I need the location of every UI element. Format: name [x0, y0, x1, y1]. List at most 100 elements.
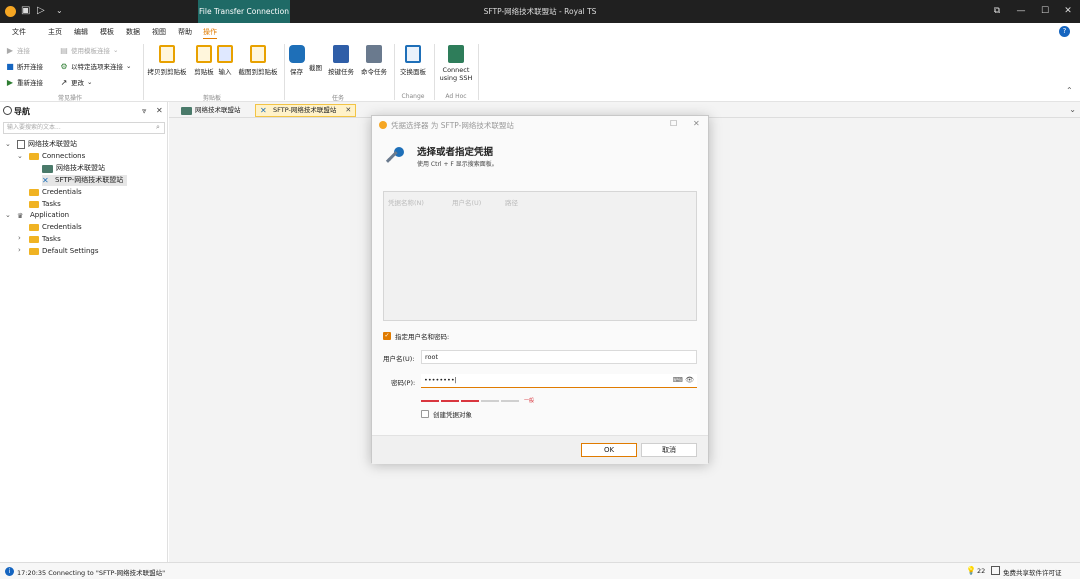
- group-label-clipboard: 剪贴板: [202, 95, 221, 102]
- strength-segment: [461, 399, 479, 402]
- app-logo-icon[interactable]: [5, 6, 16, 17]
- tree-item-app-tasks[interactable]: Tasks: [29, 234, 61, 245]
- status-message: 17:20:35 Connecting to "SFTP-网络技术联盟站": [17, 569, 166, 577]
- quick-access-dropdown-icon[interactable]: ⌄: [56, 5, 63, 17]
- ribbon-separator: [478, 44, 479, 100]
- chevron-down-icon[interactable]: ⌄: [5, 211, 11, 219]
- nav-filter-icon[interactable]: ⩔: [142, 106, 147, 116]
- specify-credentials-checkbox[interactable]: ✓ 指定用户名和密码:: [383, 331, 449, 341]
- keyboard-icon: [333, 45, 349, 63]
- menu-actions[interactable]: 操作: [203, 27, 217, 39]
- credential-picker-dialog: 凭据选择器 为 SFTP-网络技术联盟站 ☐ ✕ 选择或者指定凭据 使用 Ctr…: [371, 115, 709, 464]
- tree-item-application[interactable]: ♛ Application: [17, 210, 69, 221]
- command-icon: [366, 45, 382, 63]
- status-bar: i 17:20:35 Connecting to "SFTP-网络技术联盟站" …: [0, 562, 1080, 579]
- screenshot-to-clipboard-button[interactable]: 截图到剪贴板: [236, 45, 280, 76]
- close-tab-icon[interactable]: ✕: [345, 104, 351, 117]
- compass-icon: [3, 106, 12, 115]
- column-header-username[interactable]: 用户名(U): [452, 197, 481, 207]
- tree-item-connections[interactable]: Connections: [29, 151, 85, 162]
- column-header-path[interactable]: 路径: [505, 197, 518, 207]
- license-status[interactable]: 免费共享软件许可证: [1003, 567, 1062, 577]
- connect-with-options-button[interactable]: ⚙ 以特定选项来连接 ⌄: [60, 61, 131, 72]
- change-button[interactable]: ↗ 更改 ⌄: [60, 77, 93, 88]
- clipboard-button[interactable]: 剪贴板: [192, 45, 216, 76]
- column-header-credential-name[interactable]: 凭据名称(N): [388, 197, 424, 207]
- folder-icon: [29, 236, 39, 243]
- tree-item-tasks[interactable]: Tasks: [29, 199, 61, 210]
- connect-using-ssh-button[interactable]: Connect using SSH: [437, 45, 475, 82]
- menu-edit[interactable]: 编辑: [74, 27, 88, 37]
- save-task-button[interactable]: 保存: [288, 45, 305, 76]
- document-icon: [17, 140, 25, 149]
- password-tools: ⌨ 👁: [673, 374, 694, 386]
- tree-item-app-credentials[interactable]: Credentials: [29, 222, 82, 233]
- notification-count: 22: [977, 567, 986, 575]
- reconnect-button[interactable]: ▶ 重新连接: [6, 77, 43, 88]
- create-credential-checkbox[interactable]: 创建凭据对象: [421, 409, 472, 419]
- tree-item-default-settings[interactable]: Default Settings: [29, 246, 99, 257]
- restore-layout-button[interactable]: ⧉: [985, 0, 1009, 23]
- menu-file[interactable]: 文件: [12, 27, 26, 37]
- tree-item-credentials[interactable]: Credentials: [29, 187, 82, 198]
- save-icon[interactable]: ▣: [21, 5, 30, 17]
- show-password-eye-icon[interactable]: 👁: [685, 376, 694, 384]
- tree-item-connection-sftp[interactable]: ✕ SFTP-网络技术联盟站: [42, 175, 128, 186]
- menu-templates[interactable]: 模板: [100, 27, 114, 37]
- tab-ssh-connection[interactable]: 网络技术联盟站: [177, 104, 245, 117]
- dialog-maximize-button[interactable]: ☐: [670, 119, 677, 128]
- key-task-button[interactable]: 按键任务: [326, 45, 356, 76]
- maximize-button[interactable]: ☐: [1033, 0, 1057, 23]
- disconnect-button[interactable]: ■ 断开连接: [6, 61, 43, 72]
- cancel-button[interactable]: 取消: [641, 443, 697, 457]
- command-task-button[interactable]: 命令任务: [359, 45, 389, 76]
- dialog-footer: OK 取消: [372, 435, 708, 464]
- help-icon[interactable]: ?: [1059, 26, 1070, 37]
- swap-panel-icon: [405, 45, 421, 63]
- ribbon-separator: [394, 44, 395, 100]
- chevron-right-icon[interactable]: ›: [18, 234, 21, 242]
- dialog-title-bar: 凭据选择器 为 SFTP-网络技术联盟站 ☐ ✕: [372, 116, 708, 134]
- screenshot-task-button[interactable]: 截图: [307, 62, 324, 72]
- chevron-down-icon[interactable]: ⌄: [17, 152, 23, 160]
- tree-item-connection-ssh[interactable]: 网络技术联盟站: [42, 163, 105, 174]
- search-icon[interactable]: ⌕: [156, 123, 160, 132]
- username-label: 用户名(U):: [383, 355, 415, 363]
- minimize-button[interactable]: —: [1009, 0, 1033, 23]
- username-input[interactable]: root: [421, 350, 697, 364]
- tree-item-root-doc[interactable]: 网络技术联盟站: [17, 139, 77, 150]
- chevron-down-icon[interactable]: ⌄: [5, 140, 11, 148]
- clipboard-copy-icon: [159, 45, 175, 63]
- connect-quick-icon[interactable]: ▷: [37, 5, 45, 17]
- menu-help[interactable]: 帮助: [178, 27, 192, 37]
- tabs-overflow-chevron-icon[interactable]: ⌄: [1069, 105, 1076, 114]
- menu-bar: 文件 主页 编辑 模板 数据 视图 帮助 操作: [0, 23, 1080, 40]
- nav-close-icon[interactable]: ✕: [156, 106, 163, 115]
- chevron-right-icon[interactable]: ›: [18, 246, 21, 254]
- tab-sftp-connection[interactable]: ✕ SFTP-网络技术联盟站 ✕: [255, 104, 357, 117]
- password-input[interactable]: ••••••••| ⌨ 👁: [421, 374, 697, 388]
- connect-button[interactable]: ▶ 连接: [6, 45, 30, 56]
- credential-list[interactable]: 凭据名称(N) 用户名(U) 路径: [383, 191, 697, 321]
- title-bar: ▣ ▷ ⌄ File Transfer Connection SFTP-网络技术…: [0, 0, 1080, 23]
- input-button[interactable]: 输入: [217, 45, 233, 76]
- lightbulb-icon[interactable]: 💡: [966, 566, 976, 575]
- swap-panel-button[interactable]: 交换面板: [398, 45, 428, 76]
- menu-home[interactable]: 主页: [48, 27, 62, 37]
- close-window-button[interactable]: ✕: [1056, 0, 1080, 23]
- screenshot-clipboard-icon: [250, 45, 266, 63]
- collapse-ribbon-icon[interactable]: ⌃: [1066, 86, 1073, 95]
- keyboard-icon[interactable]: ⌨: [673, 376, 683, 384]
- strength-segment: [441, 399, 459, 402]
- dialog-close-button[interactable]: ✕: [693, 119, 700, 128]
- dialog-heading: 选择或者指定凭据: [417, 147, 494, 158]
- copy-to-clipboard-button[interactable]: 拷贝到剪贴板: [146, 45, 188, 76]
- nav-search-input[interactable]: 输入要搜索的文本...: [3, 122, 165, 134]
- menu-data[interactable]: 数据: [126, 27, 140, 37]
- connect-with-template-button[interactable]: ▤ 使用模板连接 ⌄: [60, 45, 118, 56]
- ok-button[interactable]: OK: [581, 443, 637, 457]
- strength-text: 一般: [524, 398, 535, 404]
- menu-view[interactable]: 视图: [152, 27, 166, 37]
- strength-segment: [501, 399, 519, 402]
- navigation-panel: 导航 ⩔ ✕ 输入要搜索的文本... ⌕ ⌄ 网络技术联盟站 ⌄ Connect…: [0, 102, 168, 562]
